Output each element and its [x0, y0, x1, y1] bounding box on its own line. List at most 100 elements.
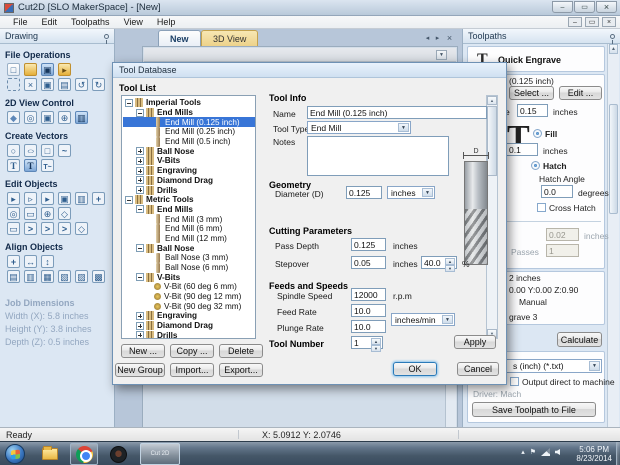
- expand-icon[interactable]: [136, 331, 144, 338]
- distort-icon[interactable]: [75, 192, 88, 205]
- collapse-icon[interactable]: [125, 98, 133, 107]
- collapse-icon[interactable]: [136, 108, 144, 117]
- restore-button[interactable]: [574, 1, 595, 13]
- toolpaths-scrollbar[interactable]: [607, 44, 619, 451]
- rotate-tool-icon[interactable]: [41, 192, 54, 205]
- menu-file[interactable]: File: [6, 17, 35, 27]
- text-on-curve-icon[interactable]: [41, 159, 54, 172]
- rate-units-dropdown[interactable]: inches/min: [391, 313, 455, 326]
- paste-icon[interactable]: [58, 78, 71, 91]
- new-group-button[interactable]: New Group: [115, 363, 165, 377]
- intersect-icon[interactable]: [58, 222, 71, 235]
- tab-new[interactable]: New: [158, 30, 201, 46]
- menu-edit[interactable]: Edit: [35, 17, 65, 27]
- taskbar-chrome[interactable]: [70, 443, 98, 465]
- draw-circle-icon[interactable]: [7, 144, 20, 157]
- mdi-minimize-button[interactable]: [568, 17, 582, 27]
- collapse-icon[interactable]: [136, 273, 144, 282]
- zoom-icon[interactable]: [24, 111, 37, 124]
- toolpaths-panel-header[interactable]: Toolpaths: [463, 29, 620, 44]
- cut-icon[interactable]: [24, 78, 37, 91]
- spin-up-icon[interactable]: [445, 258, 455, 265]
- import-icon[interactable]: [58, 63, 71, 76]
- align-top-icon[interactable]: [41, 270, 54, 283]
- tree-group[interactable]: V-Bits: [123, 272, 255, 282]
- show-desktop-button[interactable]: [616, 442, 620, 465]
- pin-icon[interactable]: [104, 33, 109, 44]
- stepover-input[interactable]: [351, 256, 386, 269]
- tree-group[interactable]: Drills: [123, 330, 255, 338]
- tool-type-dropdown[interactable]: End Mill: [307, 121, 411, 134]
- draw-rectangle-icon[interactable]: [41, 144, 54, 157]
- tree-group[interactable]: Engraving: [123, 166, 255, 176]
- apply-button[interactable]: Apply: [454, 335, 496, 349]
- toggle-view-icon[interactable]: [75, 111, 88, 124]
- dropdown-arrow-icon[interactable]: [422, 188, 433, 197]
- tab-scroll-left-icon[interactable]: [423, 33, 432, 42]
- tree-group[interactable]: Metric Tools: [123, 195, 255, 205]
- mirror-icon[interactable]: [58, 192, 71, 205]
- tab-3d-view[interactable]: 3D View: [201, 30, 259, 46]
- copy-icon[interactable]: [41, 78, 54, 91]
- tree-group[interactable]: Ball Nose: [123, 146, 255, 156]
- select-tool-icon[interactable]: [7, 192, 20, 205]
- align-right-icon[interactable]: [24, 270, 37, 283]
- offset-icon[interactable]: [58, 207, 71, 220]
- tree-group[interactable]: Engraving: [123, 311, 255, 321]
- delete-tool-button[interactable]: Delete: [219, 344, 263, 358]
- scroll-up-icon[interactable]: [487, 96, 497, 105]
- mdi-restore-button[interactable]: [585, 17, 599, 27]
- align-vertical-icon[interactable]: [41, 255, 54, 268]
- draw-ellipse-icon[interactable]: [24, 144, 37, 157]
- menu-help[interactable]: Help: [150, 17, 183, 27]
- undo-icon[interactable]: [75, 78, 88, 91]
- minimize-button[interactable]: [552, 1, 573, 13]
- pass-depth-input[interactable]: [351, 238, 386, 251]
- spin-down-icon[interactable]: [445, 265, 455, 272]
- drawing-panel-header[interactable]: Drawing: [0, 29, 114, 44]
- pin-icon[interactable]: [610, 33, 615, 44]
- dropdown-arrow-icon[interactable]: [442, 315, 453, 324]
- expand-icon[interactable]: [136, 186, 144, 195]
- fill-radio[interactable]: [533, 129, 542, 138]
- move-tool-icon[interactable]: [24, 192, 37, 205]
- tree-item[interactable]: End Mill (12 mm): [123, 233, 255, 244]
- hatch-radio[interactable]: [531, 161, 540, 170]
- hatch-angle-input[interactable]: [541, 185, 573, 198]
- subtract-icon[interactable]: [41, 222, 54, 235]
- network-icon[interactable]: [541, 448, 550, 456]
- taskbar-explorer[interactable]: [36, 443, 64, 465]
- tool-number-input[interactable]: 1: [351, 336, 383, 352]
- output-direct-checkbox[interactable]: [510, 377, 519, 386]
- expand-icon[interactable]: [136, 321, 144, 330]
- tree-group[interactable]: End Mills: [123, 204, 255, 215]
- mdi-close-button[interactable]: [602, 17, 616, 27]
- copy-tool-button[interactable]: Copy ...: [170, 344, 214, 358]
- close-button[interactable]: [596, 1, 617, 13]
- tree-group[interactable]: V-Bits: [123, 156, 255, 166]
- tree-item[interactable]: Ball Nose (3 mm): [123, 252, 255, 263]
- align-center-icon[interactable]: [41, 207, 54, 220]
- scrollbar-thumb[interactable]: [609, 104, 618, 214]
- node-edit-icon[interactable]: [92, 192, 105, 205]
- tree-item[interactable]: End Mill (6 mm): [123, 223, 255, 234]
- zoom-extents-icon[interactable]: [58, 111, 71, 124]
- expand-icon[interactable]: [136, 156, 144, 165]
- measure-icon[interactable]: [7, 207, 20, 220]
- dropdown-arrow-icon[interactable]: [398, 123, 409, 132]
- fill-stepover-input[interactable]: [506, 143, 538, 156]
- tree-item[interactable]: End Mill (0.5 inch): [123, 136, 255, 147]
- align-left-icon[interactable]: [7, 270, 20, 283]
- save-icon[interactable]: [41, 63, 54, 76]
- expand-icon[interactable]: [136, 147, 144, 156]
- feed-rate-input[interactable]: [351, 304, 386, 317]
- align-inside-icon[interactable]: [75, 270, 88, 283]
- tree-item[interactable]: Ball Nose (6 mm): [123, 262, 255, 273]
- draw-text-icon[interactable]: [7, 159, 20, 172]
- calculate-button[interactable]: Calculate: [557, 332, 602, 347]
- align-outside-icon[interactable]: [92, 270, 105, 283]
- expand-icon[interactable]: [136, 166, 144, 175]
- engrave-depth-input[interactable]: [517, 104, 548, 117]
- action-center-icon[interactable]: [530, 448, 536, 456]
- tool-name-input[interactable]: [307, 106, 487, 119]
